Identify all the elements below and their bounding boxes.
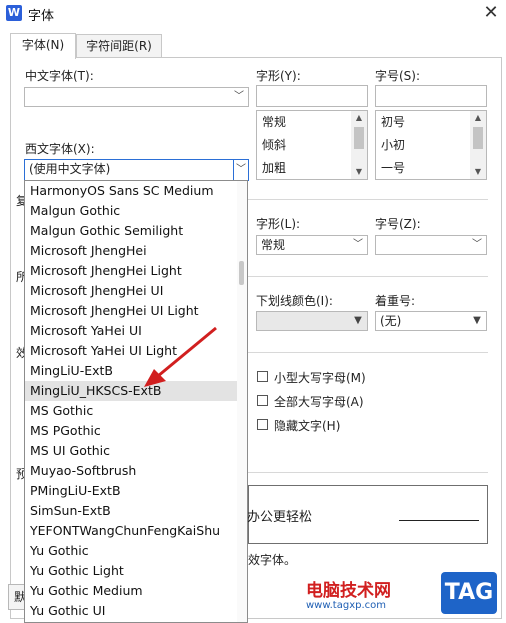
scroll-up-icon[interactable]: ▲ xyxy=(470,111,486,125)
arrow-shaft xyxy=(157,326,217,378)
section-divider xyxy=(248,276,488,277)
emphasis-label: 着重号: xyxy=(375,294,416,308)
section-divider xyxy=(248,352,488,353)
red-arrow-annotation xyxy=(144,326,217,387)
section-divider xyxy=(248,199,488,200)
tab-font[interactable]: 字体(N) xyxy=(10,33,76,59)
style-label: 字形(Y): xyxy=(256,69,301,83)
font-list-item[interactable]: Microsoft JhengHei Light xyxy=(25,261,247,281)
underline-color-combo[interactable]: ▼ xyxy=(256,311,368,331)
font-list-item[interactable]: Malgun Gothic Semilight xyxy=(25,221,247,241)
font-list-item[interactable]: HarmonyOS Sans SC Medium xyxy=(25,181,247,201)
style-input[interactable] xyxy=(256,85,368,107)
complex-size-combo[interactable]: ﹀ xyxy=(375,235,487,255)
tab-bar: 字体(N) 字符间距(R) xyxy=(10,33,310,59)
chevron-down-icon[interactable]: ﹀ xyxy=(233,160,248,180)
font-list: HarmonyOS Sans SC Medium Malgun Gothic Mal… xyxy=(25,181,247,621)
preview-underline xyxy=(399,520,479,521)
scroll-thumb[interactable] xyxy=(354,127,364,149)
scroll-down-icon[interactable]: ▼ xyxy=(351,165,367,179)
western-font-value: (使用中文字体) xyxy=(29,162,111,176)
chevron-down-icon: ﹀ xyxy=(234,91,244,102)
title-bar: W 字体 ✕ xyxy=(0,0,506,29)
chinese-font-label: 中文字体(T): xyxy=(25,69,94,83)
style-scrollbar[interactable]: ▲ ▼ xyxy=(351,111,367,179)
font-list-item[interactable]: Yu Gothic Light xyxy=(25,561,247,581)
tab-character-spacing[interactable]: 字符间距(R) xyxy=(76,34,162,58)
font-list-item[interactable]: MS PGothic xyxy=(25,421,247,441)
font-list-item[interactable]: Microsoft JhengHei UI xyxy=(25,281,247,301)
chevron-down-icon: ﹀ xyxy=(472,239,482,250)
scroll-up-icon[interactable]: ▲ xyxy=(351,111,367,125)
watermark-text: 电脑技术网 xyxy=(306,581,391,601)
font-list-item[interactable]: MS Gothic xyxy=(25,401,247,421)
preview-note: 效字体。 xyxy=(248,553,297,567)
chinese-font-combo[interactable]: ﹀ xyxy=(24,87,249,107)
section-divider xyxy=(248,472,488,473)
western-font-combo[interactable]: (使用中文字体) ﹀ xyxy=(24,159,249,181)
small-caps-label[interactable]: 小型大写字母(M) xyxy=(274,369,366,386)
dropdown-scrollbar[interactable] xyxy=(237,181,247,622)
hidden-text-label[interactable]: 隐藏文字(H) xyxy=(274,417,340,434)
font-list-item[interactable]: SimSun-ExtB xyxy=(25,501,247,521)
preview-box: 办公更轻松 xyxy=(247,485,488,544)
small-caps-checkbox[interactable] xyxy=(257,371,268,382)
size-label: 字号(S): xyxy=(375,69,421,83)
scroll-thumb[interactable] xyxy=(239,261,244,285)
hidden-text-checkbox[interactable] xyxy=(257,419,268,430)
complex-style-combo[interactable]: 常规 ﹀ xyxy=(256,235,368,255)
font-list-item[interactable]: Microsoft JhengHei xyxy=(25,241,247,261)
emphasis-value: (无) xyxy=(380,314,402,328)
scroll-thumb[interactable] xyxy=(473,127,483,149)
scroll-down-icon[interactable]: ▼ xyxy=(470,165,486,179)
all-caps-checkbox[interactable] xyxy=(257,395,268,406)
underline-color-label: 下划线颜色(I): xyxy=(256,294,333,308)
wps-app-icon: W xyxy=(6,5,22,21)
caret-down-icon: ▼ xyxy=(473,315,481,326)
size-listbox[interactable]: 初号 小初 一号 ▲ ▼ xyxy=(375,110,487,180)
western-font-dropdown-list[interactable]: HarmonyOS Sans SC Medium Malgun Gothic Mal… xyxy=(24,180,248,623)
complex-style-value: 常规 xyxy=(261,238,286,252)
close-icon[interactable]: ✕ xyxy=(482,2,500,24)
tag-logo: TAG xyxy=(441,572,497,614)
caret-down-icon: ▼ xyxy=(354,315,362,326)
font-list-item[interactable]: PMingLiU-ExtB xyxy=(25,481,247,501)
chevron-down-icon: ﹀ xyxy=(353,239,363,250)
font-list-item[interactable]: YEFONTWangChunFengKaiShu xyxy=(25,521,247,541)
font-list-item[interactable]: Yu Gothic xyxy=(25,541,247,561)
all-caps-label[interactable]: 全部大写字母(A) xyxy=(274,393,364,410)
size-input[interactable] xyxy=(375,85,487,107)
font-list-item[interactable]: Yu Gothic UI xyxy=(25,601,247,621)
style-listbox[interactable]: 常规 倾斜 加粗 ▲ ▼ xyxy=(256,110,368,180)
preview-text: 办公更轻松 xyxy=(247,510,313,525)
emphasis-combo[interactable]: (无) ▼ xyxy=(375,311,487,331)
complex-style-label: 字形(L): xyxy=(256,217,301,231)
complex-size-label: 字号(Z): xyxy=(375,217,421,231)
font-list-item[interactable]: Malgun Gothic xyxy=(25,201,247,221)
font-list-item[interactable]: MS UI Gothic xyxy=(25,441,247,461)
dialog-title: 字体 xyxy=(28,9,55,24)
western-font-label: 西文字体(X): xyxy=(25,142,95,156)
font-list-item[interactable]: Yu Gothic Medium xyxy=(25,581,247,601)
watermark-url: www.tagxp.com xyxy=(306,600,386,611)
font-list-item[interactable]: Muyao-Softbrush xyxy=(25,461,247,481)
size-scrollbar[interactable]: ▲ ▼ xyxy=(470,111,486,179)
